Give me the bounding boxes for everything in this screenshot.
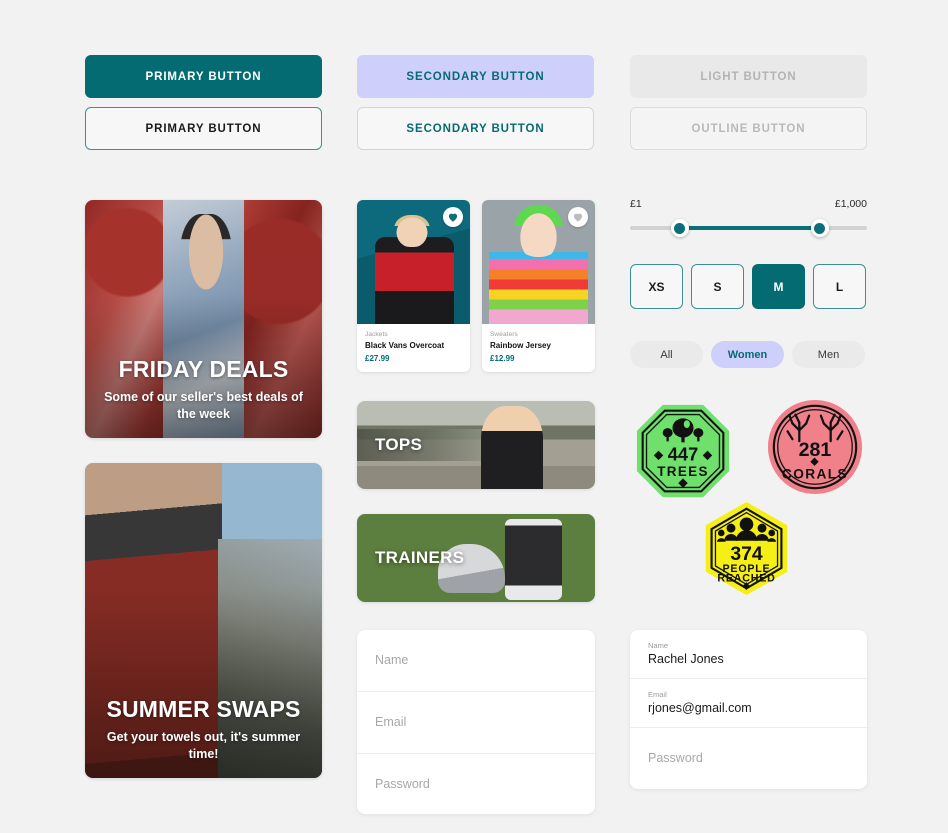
primary-solid-button[interactable]: PRIMARY BUTTON	[85, 55, 322, 98]
product-category: Jackets	[365, 331, 388, 338]
slider-min-label: £1	[630, 198, 642, 210]
primary-outline-button[interactable]: PRIMARY BUTTON	[85, 107, 322, 150]
email-placeholder: Email	[375, 714, 407, 729]
gender-segment-control: All Women Men	[630, 341, 865, 368]
category-label: TOPS	[375, 435, 423, 454]
signup-form-filled: Name Rachel Jones Email rjones@gmail.com…	[630, 630, 867, 789]
product-card[interactable]: Sweaters Rainbow Jersey £12.99	[482, 200, 595, 372]
secondary-solid-button-row: SECONDARY BUTTON	[357, 55, 594, 98]
hero-text-summer: SUMMER SWAPS Get your towels out, it's s…	[85, 695, 322, 762]
size-option-s[interactable]: S	[691, 264, 744, 309]
slider-track-area[interactable]	[630, 219, 867, 237]
people-badge[interactable]: 374 PEOPLE REACHED	[698, 500, 795, 597]
favourite-button[interactable]	[443, 207, 463, 227]
hero-card-summer-swaps[interactable]: SUMMER SWAPS Get your towels out, it's s…	[85, 463, 322, 778]
name-field[interactable]: Name	[357, 630, 595, 692]
design-system-page: PRIMARY BUTTON PRIMARY BUTTON FRIDAY DEA…	[0, 0, 948, 833]
password-placeholder: Password	[648, 751, 703, 765]
email-value: rjones@gmail.com	[648, 701, 752, 715]
slider-fill	[679, 226, 820, 230]
product-meta: Jackets Black Vans Overcoat £27.99	[357, 324, 470, 372]
name-label: Name	[648, 641, 669, 650]
hero-title: SUMMER SWAPS	[106, 695, 301, 722]
slider-handle-min[interactable]	[670, 219, 689, 237]
email-label: Email	[648, 690, 667, 699]
secondary-outline-button[interactable]: SECONDARY BUTTON	[357, 107, 594, 150]
product-image	[482, 200, 595, 324]
product-category: Sweaters	[490, 331, 518, 338]
outline-button-row: OUTLINE BUTTON	[630, 107, 867, 150]
segment-men[interactable]: Men	[792, 341, 865, 368]
hero-subtitle: Get your towels out, it's summer time!	[106, 730, 301, 761]
signup-form-empty: Name Email Password	[357, 630, 595, 815]
category-label: TRAINERS	[375, 548, 465, 567]
email-field[interactable]: Email	[357, 692, 595, 754]
price-range-slider[interactable]: £1 £1,000	[630, 198, 867, 237]
hero-title: FRIDAY DEALS	[118, 355, 289, 382]
product-name: Black Vans Overcoat	[365, 341, 445, 350]
impact-badge-group: 447 TREES 281 CORALS 374 PEOPLE REACHED	[630, 398, 867, 596]
corals-badge-count: 281	[799, 439, 832, 461]
hero-text-friday: FRIDAY DEALS Some of our seller's best d…	[85, 355, 322, 422]
slider-max-label: £1,000	[834, 198, 867, 210]
outline-button[interactable]: OUTLINE BUTTON	[630, 107, 867, 150]
favourite-button[interactable]	[568, 207, 588, 227]
heart-icon	[448, 213, 458, 222]
size-option-m[interactable]: M	[752, 264, 805, 309]
primary-outline-button-row: PRIMARY BUTTON	[85, 107, 322, 150]
hero-card-friday-deals[interactable]: FRIDAY DEALS Some of our seller's best d…	[85, 200, 322, 438]
hero-subtitle: Some of our seller's best deals of the w…	[104, 390, 303, 421]
name-value: Rachel Jones	[648, 652, 724, 666]
password-field[interactable]: Password	[357, 754, 595, 815]
size-option-l[interactable]: L	[813, 264, 866, 309]
product-name: Rainbow Jersey	[490, 341, 551, 350]
heart-icon	[573, 213, 583, 222]
slider-labels: £1 £1,000	[630, 198, 867, 210]
segment-all[interactable]: All	[630, 341, 703, 368]
category-card-tops[interactable]: TOPS	[357, 401, 595, 489]
trees-badge-label: TREES	[657, 464, 709, 479]
password-placeholder: Password	[375, 776, 430, 791]
product-card[interactable]: Jackets Black Vans Overcoat £27.99	[357, 200, 470, 372]
corals-badge-label: CORALS	[782, 466, 848, 481]
secondary-outline-button-row: SECONDARY BUTTON	[357, 107, 594, 150]
email-field[interactable]: Email rjones@gmail.com	[630, 679, 867, 728]
name-field[interactable]: Name Rachel Jones	[630, 630, 867, 679]
product-price: £12.99	[490, 354, 515, 363]
trees-badge[interactable]: 447 TREES	[635, 403, 731, 499]
password-field[interactable]: Password	[630, 728, 867, 789]
size-option-xs[interactable]: XS	[630, 264, 683, 309]
product-price: £27.99	[365, 354, 390, 363]
product-image	[357, 200, 470, 324]
size-selector: XS S M L	[630, 264, 866, 309]
name-placeholder: Name	[375, 653, 409, 667]
trees-badge-count: 447	[668, 444, 698, 465]
light-button[interactable]: LIGHT BUTTON	[630, 55, 867, 98]
category-card-trainers[interactable]: TRAINERS	[357, 514, 595, 602]
corals-badge[interactable]: 281 CORALS	[766, 398, 864, 496]
segment-women[interactable]: Women	[711, 341, 784, 368]
primary-solid-button-row: PRIMARY BUTTON	[85, 55, 322, 98]
light-button-row: LIGHT BUTTON	[630, 55, 867, 98]
product-meta: Sweaters Rainbow Jersey £12.99	[482, 324, 595, 372]
product-card-list: Jackets Black Vans Overcoat £27.99 Sweat…	[357, 200, 595, 372]
slider-handle-max[interactable]	[810, 219, 829, 237]
secondary-solid-button[interactable]: SECONDARY BUTTON	[357, 55, 594, 98]
